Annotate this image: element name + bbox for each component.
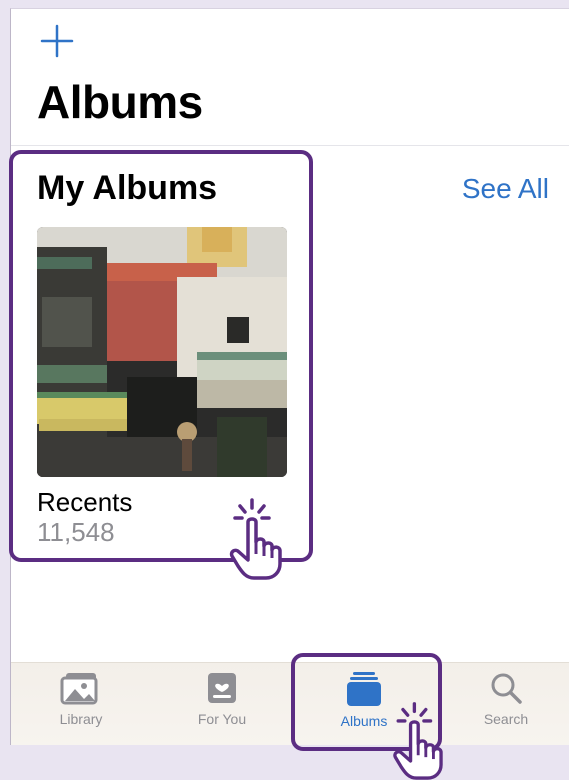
tab-library[interactable]: Library: [21, 671, 141, 727]
for-you-icon: [208, 673, 236, 703]
header-divider: [11, 145, 569, 146]
plus-icon: [40, 24, 74, 58]
tab-search-label: Search: [483, 711, 529, 727]
tab-for-you-label: For You: [197, 711, 247, 727]
tap-hand-icon: [229, 498, 282, 580]
add-album-button[interactable]: [39, 23, 75, 59]
tab-bar: Library For You Albums Search: [11, 662, 569, 745]
tap-hand-icon: [393, 702, 443, 780]
tab-search[interactable]: Search: [446, 671, 566, 727]
tab-library-label: Library: [59, 711, 103, 727]
search-icon: [491, 673, 522, 704]
page-title: Albums: [37, 76, 203, 128]
tab-for-you[interactable]: For You: [162, 671, 282, 727]
photo-library-icon: [60, 673, 98, 705]
see-all-link[interactable]: See All: [462, 173, 549, 205]
